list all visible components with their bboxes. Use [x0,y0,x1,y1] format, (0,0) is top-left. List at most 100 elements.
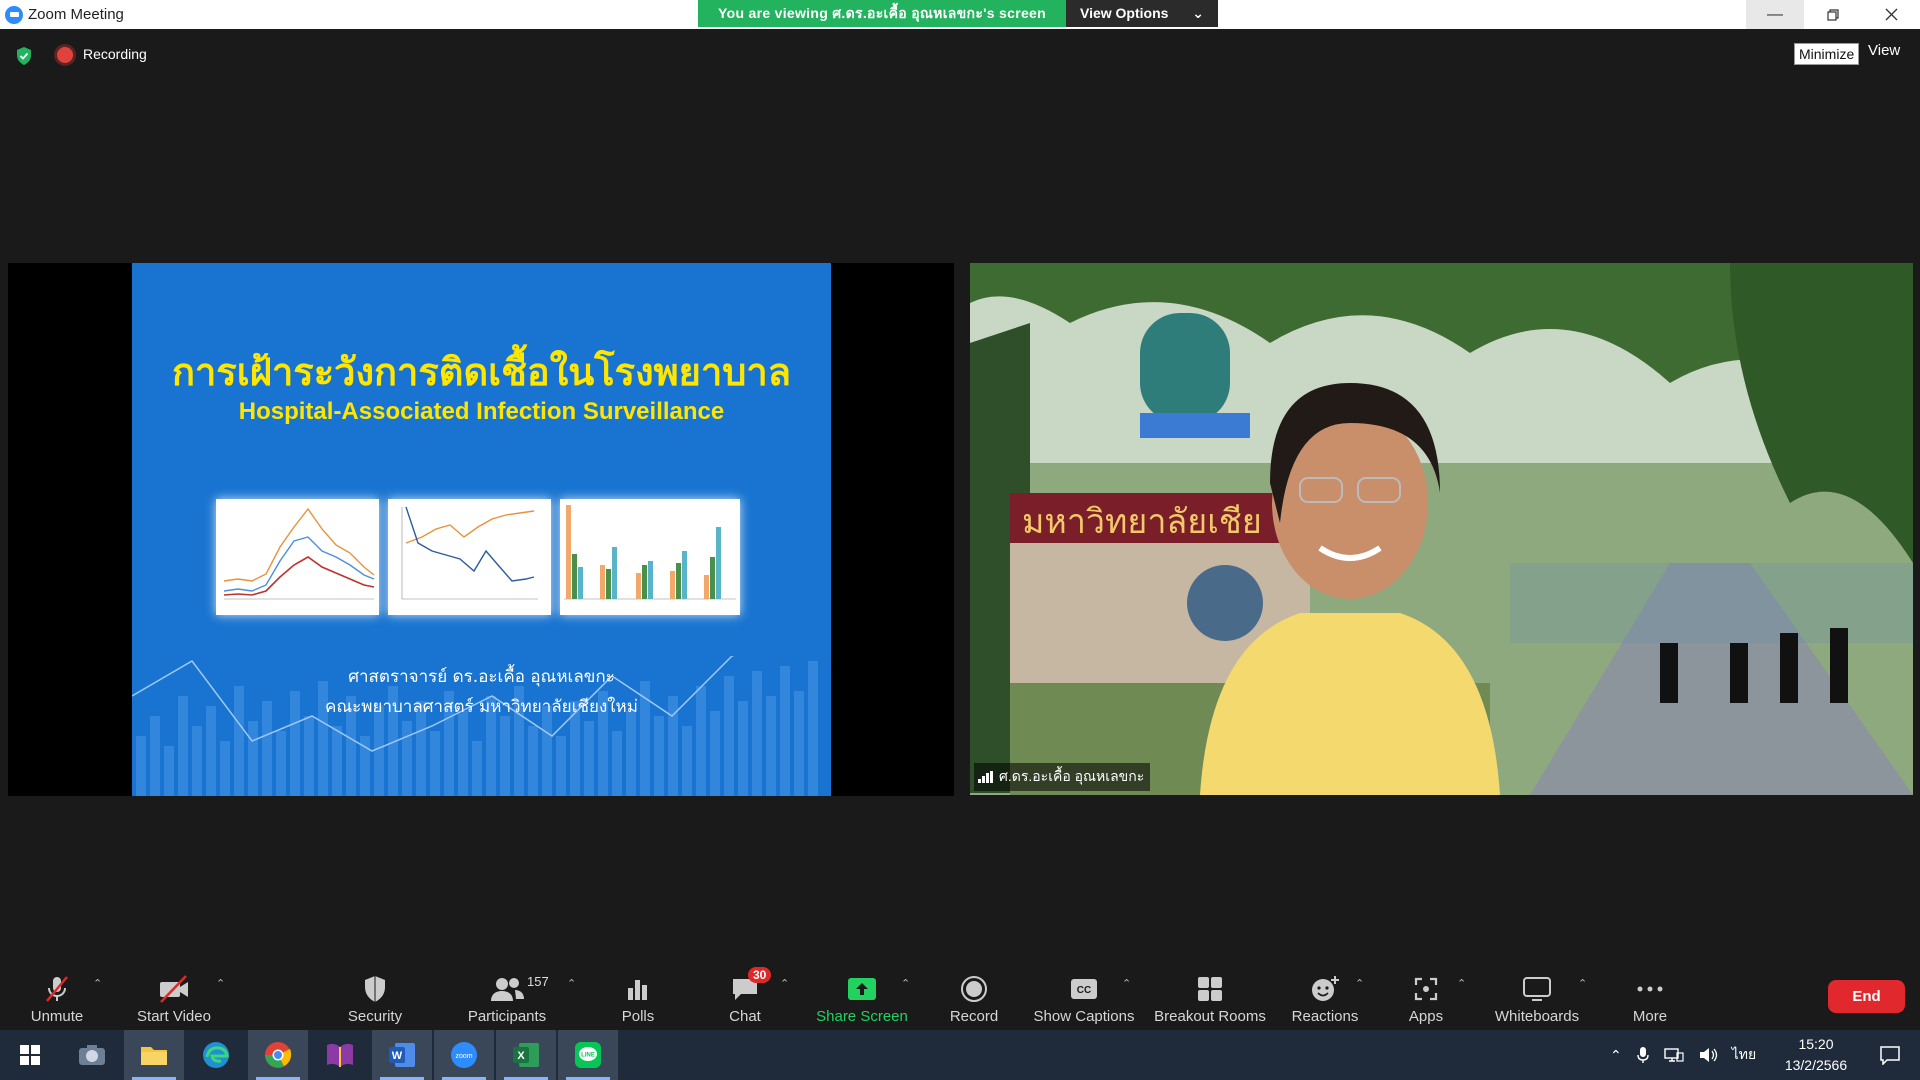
network-icon[interactable] [1664,1047,1684,1063]
recording-icon [57,47,73,63]
participants-count: 157 [527,974,549,989]
polls-label: Polls [621,1008,655,1025]
windows-taskbar: W zoom X LINE ⌃ ไทย 15:20 13/2/2566 [0,1030,1920,1080]
chat-unread-badge: 30 [748,967,772,983]
apps-options-caret[interactable]: ⌃ [1457,977,1466,990]
slide-chart-line-2 [388,499,551,615]
signal-strength-icon [978,771,993,783]
reactions-button[interactable]: Reactions [1288,955,1362,1030]
captions-icon: CC [1071,979,1097,999]
unmute-label: Unmute [30,1008,84,1025]
taskbar-zoom[interactable]: zoom [434,1030,494,1080]
security-button[interactable]: Security [340,955,410,1030]
window-close-button[interactable] [1862,0,1920,29]
meeting-toolbar: Unmute ⌃ Start Video ⌃ Security Particip… [0,955,1920,1030]
unmute-button[interactable]: Unmute [26,955,88,1030]
taskbar-line[interactable]: LINE [558,1030,618,1080]
share-screen-label: Share Screen [816,1008,908,1025]
shield-icon [365,976,385,1002]
audio-options-caret[interactable]: ⌃ [93,977,102,990]
viewing-banner-text: You are viewing ศ.ดร.อะเคื้อ อุณหเลขกะ's… [698,0,1066,27]
reactions-label: Reactions [1291,1008,1359,1025]
participants-options-caret[interactable]: ⌃ [567,977,576,990]
participants-label: Participants [467,1008,547,1025]
breakout-rooms-button[interactable]: Breakout Rooms [1152,955,1268,1030]
more-button[interactable]: More [1622,955,1678,1030]
restore-icon [1827,8,1839,21]
chat-options-caret[interactable]: ⌃ [780,977,789,990]
show-captions-button[interactable]: CC Show Captions [1032,955,1136,1030]
camera-icon [79,1045,105,1065]
taskbar-chrome[interactable] [248,1030,308,1080]
start-video-label: Start Video [137,1008,211,1025]
slide-chart-bars [560,499,740,615]
end-meeting-button[interactable]: End [1828,980,1905,1013]
taskbar-camera-app[interactable] [62,1030,122,1080]
taskbar-library-app[interactable] [310,1030,370,1080]
slide-title-thai: การเฝ้าระวังการติดเชื้อในโรงพยาบาล [171,349,792,394]
meeting-topbar: Recording Minimize View [0,29,1920,79]
chat-button[interactable]: Chat [715,955,775,1030]
window-minimize-button[interactable]: — [1746,0,1804,29]
share-options-caret[interactable]: ⌃ [901,977,910,990]
whiteboards-button[interactable]: Whiteboards [1490,955,1584,1030]
window-restore-button[interactable] [1804,0,1862,29]
svg-text:W: W [392,1050,403,1062]
input-language[interactable]: ไทย [1732,1044,1756,1066]
shared-screen[interactable]: การเฝ้าระวังการติดเชื้อในโรงพยาบาล Hospi… [8,263,954,796]
security-label: Security [347,1008,403,1025]
whiteboards-label: Whiteboards [1494,1008,1580,1025]
view-button[interactable]: View [1868,42,1900,59]
reactions-options-caret[interactable]: ⌃ [1355,977,1364,990]
slide-title-english: Hospital-Associated Infection Surveillan… [238,398,725,425]
viewing-banner: You are viewing ศ.ดร.อะเคื้อ อุณหเลขกะ's… [698,0,1218,27]
polls-icon [628,980,647,1000]
view-options-button[interactable]: View Options ⌄ [1066,0,1218,27]
share-screen-button[interactable]: Share Screen [812,955,912,1030]
slide-chart-line-1 [216,499,379,615]
participants-icon [491,978,524,1001]
chat-label: Chat [729,1008,761,1025]
taskbar-excel[interactable]: X [496,1030,556,1080]
reactions-icon [1312,976,1339,1001]
captions-options-caret[interactable]: ⌃ [1122,977,1131,990]
presentation-slide: การเฝ้าระวังการติดเชื้อในโรงพยาบาล Hospi… [132,263,831,796]
apps-button[interactable]: Apps [1396,955,1456,1030]
svg-text:zoom: zoom [455,1053,472,1060]
participant-name: ศ.ดร.อะเคื้อ อุณหเลขกะ [999,768,1145,784]
notification-center-button[interactable] [1860,1030,1920,1080]
taskbar-file-explorer[interactable] [124,1030,184,1080]
record-label: Record [949,1008,999,1025]
taskbar-word[interactable]: W [372,1030,432,1080]
windows-logo-icon [20,1045,40,1065]
taskbar-clock[interactable]: 15:20 13/2/2566 [1766,1034,1866,1076]
window-title: Zoom Meeting [28,6,124,23]
minimize-tooltip: Minimize [1794,43,1860,65]
breakout-rooms-icon [1198,977,1222,1001]
slide-author: ศาสตราจารย์ ดร.อะเคื้อ อุณหเลขกะ [348,667,615,687]
breakout-rooms-label: Breakout Rooms [1154,1008,1266,1025]
microphone-tray-icon[interactable] [1636,1046,1650,1064]
start-button[interactable] [0,1030,60,1080]
participants-button[interactable]: Participants [462,955,552,1030]
word-icon: W [389,1043,415,1067]
folder-icon [141,1047,167,1065]
encryption-shield-icon[interactable] [15,46,33,66]
video-options-caret[interactable]: ⌃ [216,977,225,990]
participant-video[interactable]: มหาวิทยาลัยเชีย ศ.ดร.อะเคื้อ อุณหเลขกะ [970,263,1913,795]
chrome-browser-icon [265,1042,292,1068]
show-hidden-icons-caret[interactable]: ⌃ [1610,1047,1622,1064]
volume-icon[interactable] [1698,1047,1718,1063]
apps-label: Apps [1408,1008,1444,1025]
show-captions-label: Show Captions [1033,1008,1135,1025]
taskbar-edge[interactable] [186,1030,246,1080]
books-icon [327,1043,353,1067]
record-button[interactable]: Record [944,955,1004,1030]
system-tray: ⌃ ไทย [1610,1030,1756,1080]
clock-date: 13/2/2566 [1784,1057,1848,1073]
recording-label[interactable]: Recording [83,46,147,62]
start-video-button[interactable]: Start Video [133,955,215,1030]
polls-button[interactable]: Polls [608,955,668,1030]
more-label: More [1632,1008,1668,1025]
whiteboards-options-caret[interactable]: ⌃ [1578,977,1587,990]
